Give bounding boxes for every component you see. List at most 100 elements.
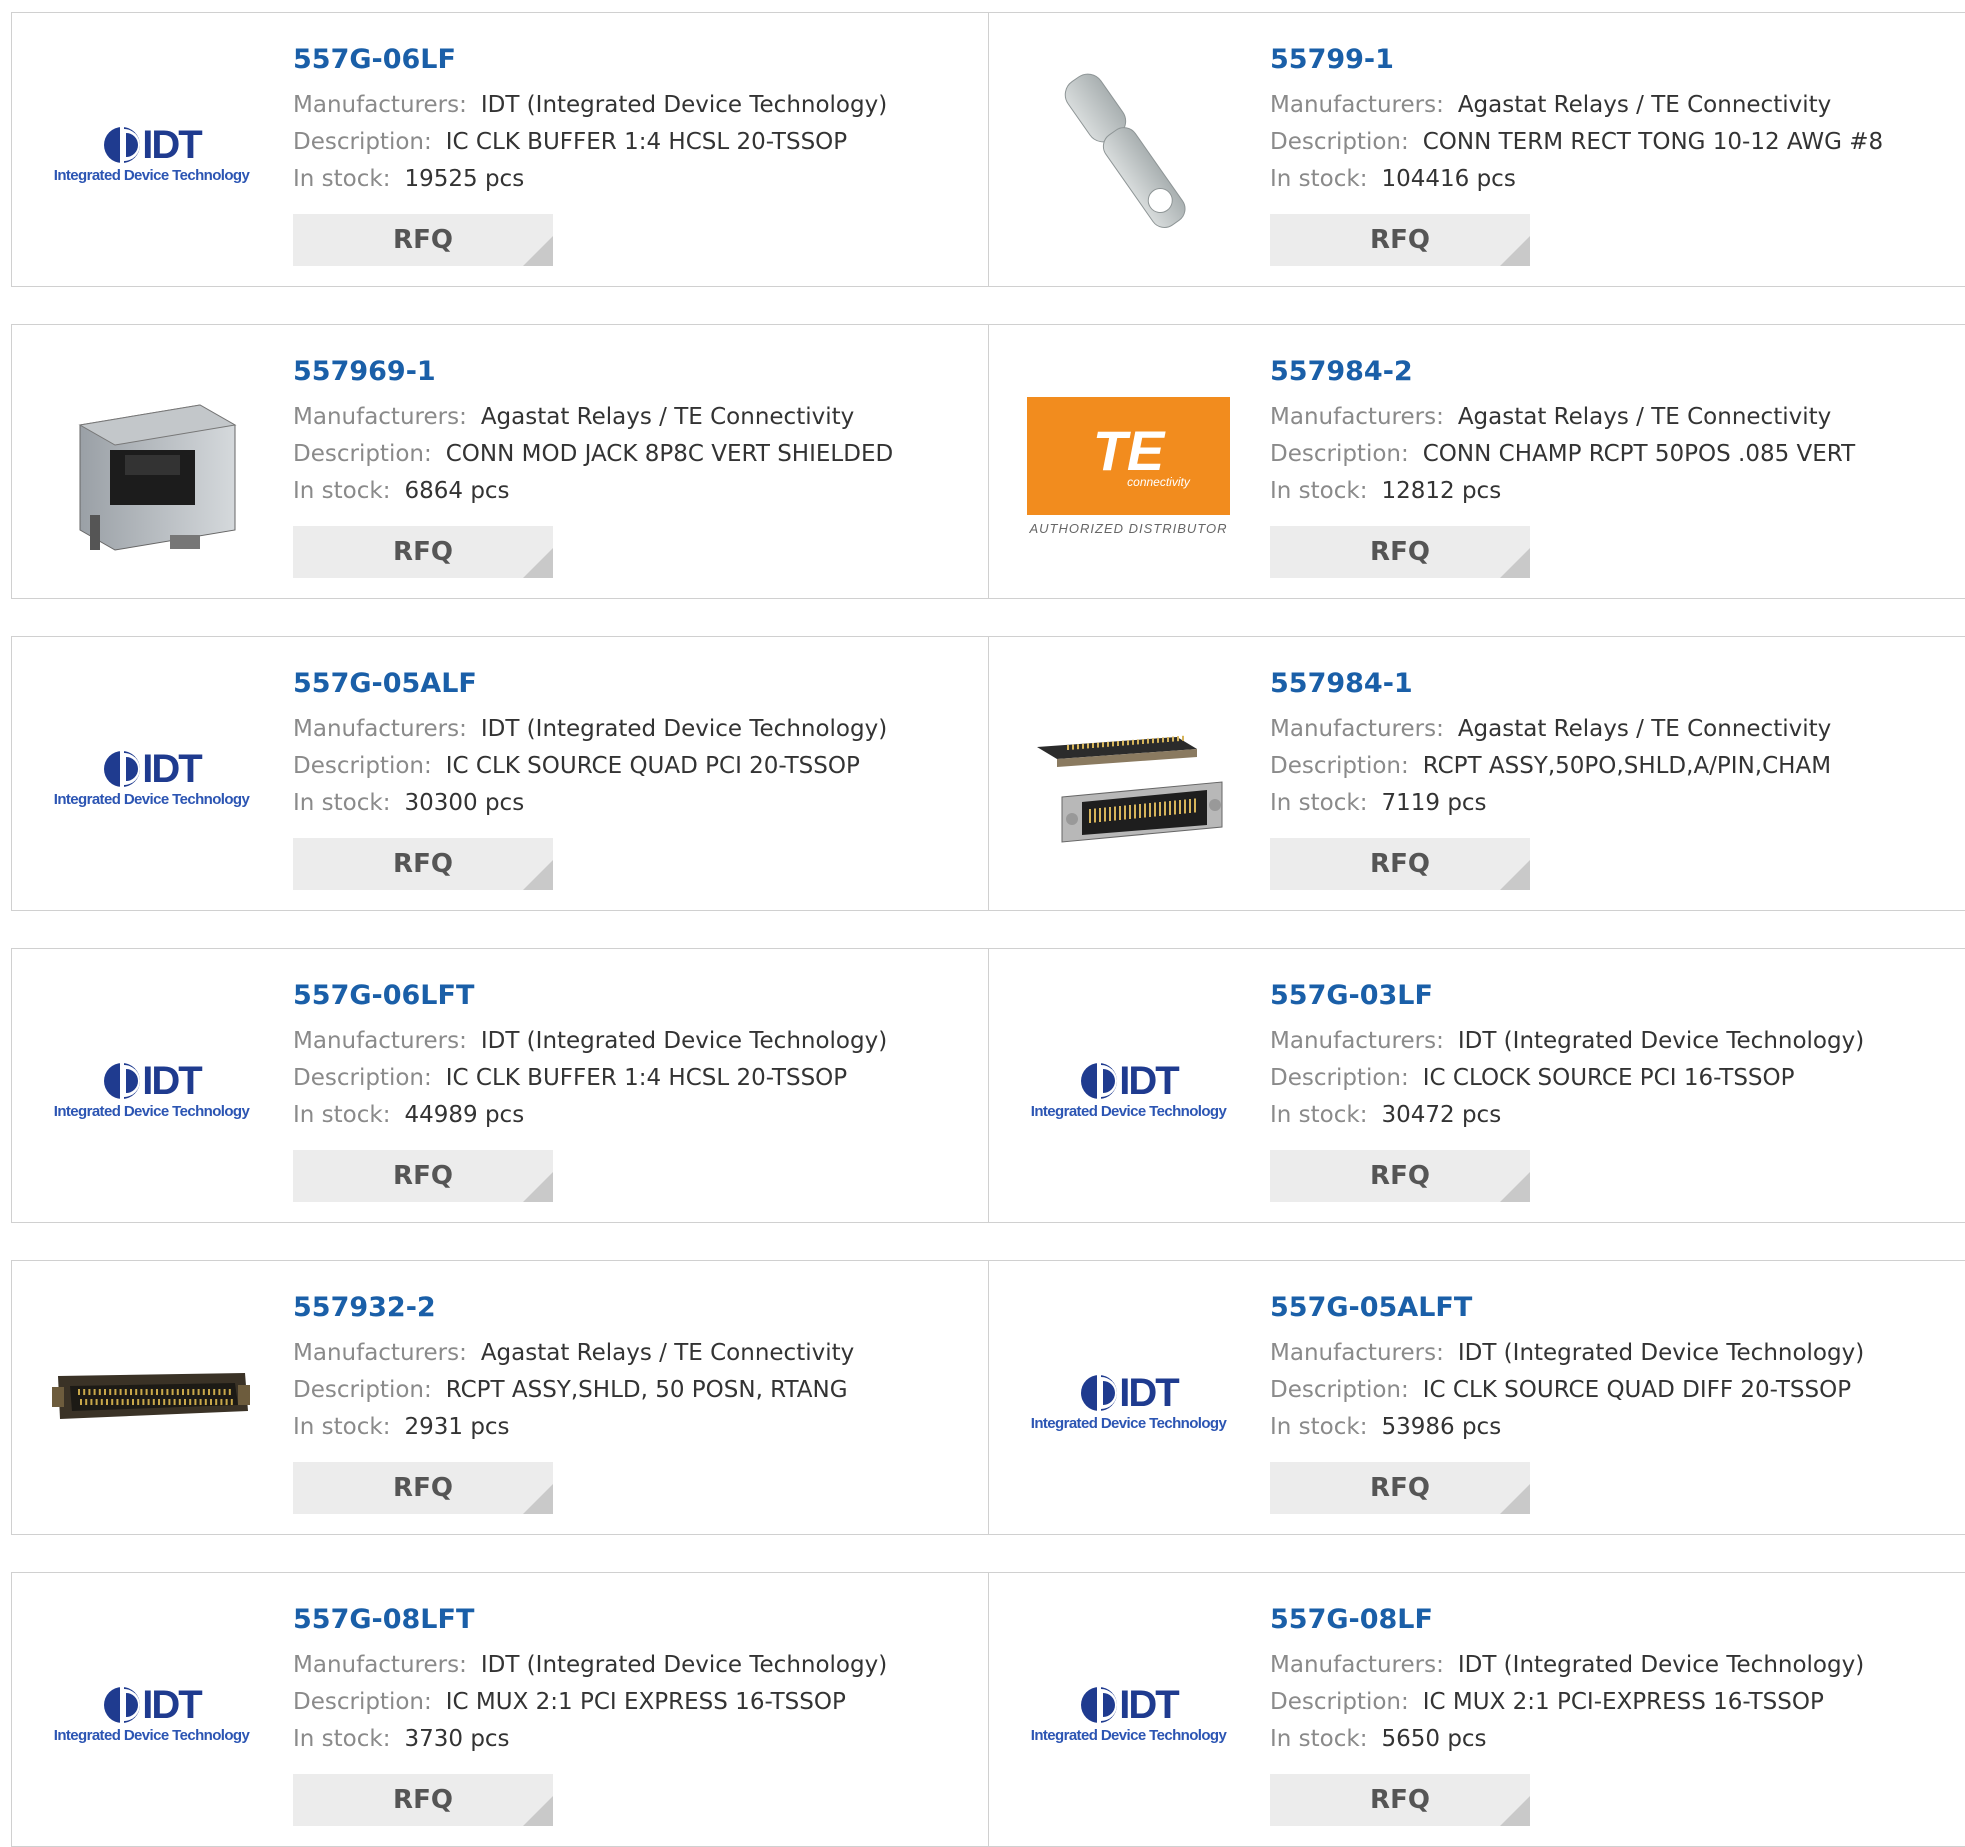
idt-logo-word: IDT: [1119, 1059, 1179, 1103]
part-number-link[interactable]: 557932-2: [293, 1291, 978, 1325]
idt-logo: IDT Integrated Device Technology: [50, 53, 253, 256]
manufacturer-label: Manufacturers:: [293, 1652, 467, 1678]
rfq-button[interactable]: RFQ: [1270, 838, 1530, 890]
rfq-button[interactable]: RFQ: [293, 1774, 553, 1826]
description-row: Description: IC CLK BUFFER 1:4 HCSL 20-TS…: [293, 124, 978, 161]
rfq-label: RFQ: [393, 849, 453, 879]
part-number-link[interactable]: 55799-1: [1270, 43, 1956, 77]
stock-label: In stock:: [293, 1726, 391, 1752]
part-number-link[interactable]: 557G-08LFT: [293, 1603, 978, 1637]
manufacturer-label: Manufacturers:: [1270, 716, 1444, 742]
part-number-link[interactable]: 557G-05ALF: [293, 667, 978, 701]
manufacturer-label: Manufacturers:: [293, 92, 467, 118]
rfq-button[interactable]: RFQ: [293, 838, 553, 890]
part-number-link[interactable]: 557G-06LF: [293, 43, 978, 77]
stock-row: In stock: 30472 pcs: [1270, 1097, 1956, 1134]
product-card: TE connectivity AUTHORIZED DISTRIBUTOR 5579…: [989, 324, 1965, 599]
idt-logo-subtitle: Integrated Device Technology: [53, 791, 250, 808]
part-number-link[interactable]: 557G-08LF: [1270, 1603, 1956, 1637]
te-logo-subtitle: connectivity: [1127, 475, 1190, 489]
product-card: IDT Integrated Device Technology 557G-08LF…: [989, 1572, 1965, 1847]
product-card: IDT Integrated Device Technology 557G-06LF…: [11, 948, 989, 1223]
part-number-link[interactable]: 557984-1: [1270, 667, 1956, 701]
stock-row: In stock: 3730 pcs: [293, 1721, 978, 1758]
manufacturer-value: IDT (Integrated Device Technology): [1457, 1652, 1865, 1678]
product-card: IDT Integrated Device Technology 557G-05AL…: [989, 1260, 1965, 1535]
manufacturer-label: Manufacturers:: [1270, 1340, 1444, 1366]
product-card: 55799-1 Manufacturers: Agastat Relays / TE…: [989, 12, 1965, 287]
manufacturer-value: IDT (Integrated Device Technology): [1457, 1340, 1865, 1366]
stock-label: In stock:: [293, 790, 391, 816]
manufacturer-row: Manufacturers: Agastat Relays / TE Connec…: [1270, 399, 1956, 436]
stock-label: In stock:: [293, 1414, 391, 1440]
stock-value: 44989 pcs: [404, 1102, 525, 1128]
stock-label: In stock:: [1270, 790, 1368, 816]
manufacturer-row: Manufacturers: IDT (Integrated Device Tec…: [1270, 1023, 1956, 1060]
rfq-label: RFQ: [1370, 1161, 1430, 1191]
stock-row: In stock: 5650 pcs: [1270, 1721, 1956, 1758]
description-value: IC MUX 2:1 PCI EXPRESS 16-TSSOP: [445, 1689, 846, 1715]
manufacturer-row: Manufacturers: Agastat Relays / TE Connec…: [293, 1335, 978, 1372]
rfq-label: RFQ: [393, 537, 453, 567]
rfq-button[interactable]: RFQ: [1270, 1462, 1530, 1514]
corner-triangle-icon: [523, 1484, 553, 1514]
te-logo-caption: AUTHORIZED DISTRIBUTOR: [1029, 521, 1228, 536]
product-info: 557G-05ALFT Manufacturers: IDT (Integrated…: [1270, 1291, 1956, 1446]
idt-logo-mark: IDT Integrated Device Technology: [54, 1061, 250, 1120]
description-value: IC CLK SOURCE QUAD PCI 20-TSSOP: [445, 753, 860, 779]
description-value: CONN CHAMP RCPT 50POS .085 VERT: [1422, 441, 1856, 467]
description-value: RCPT ASSY,SHLD, 50 POSN, RTANG: [445, 1377, 848, 1403]
product-info: 557G-06LFT Manufacturers: IDT (Integrated …: [293, 979, 978, 1134]
description-row: Description: CONN MOD JACK 8P8C VERT SHIE…: [293, 436, 978, 473]
stock-row: In stock: 104416 pcs: [1270, 161, 1956, 198]
description-value: IC CLK SOURCE QUAD DIFF 20-TSSOP: [1422, 1377, 1852, 1403]
part-number-link[interactable]: 557G-06LFT: [293, 979, 978, 1013]
modular-jack-photo: [50, 365, 253, 568]
rfq-button[interactable]: RFQ: [293, 214, 553, 266]
corner-triangle-icon: [523, 548, 553, 578]
champ-connector-photo: [1027, 677, 1230, 880]
rfq-button[interactable]: RFQ: [1270, 526, 1530, 578]
idt-mark-icon: [104, 1685, 141, 1725]
product-info: 557G-08LFT Manufacturers: IDT (Integrated …: [293, 1603, 978, 1758]
right-angle-connector-photo: [50, 1301, 253, 1504]
manufacturer-value: Agastat Relays / TE Connectivity: [480, 1340, 855, 1366]
rfq-button[interactable]: RFQ: [1270, 1774, 1530, 1826]
product-info: 557G-03LF Manufacturers: IDT (Integrated D…: [1270, 979, 1956, 1134]
part-number-link[interactable]: 557984-2: [1270, 355, 1956, 389]
rfq-button[interactable]: RFQ: [293, 1150, 553, 1202]
description-row: Description: IC CLOCK SOURCE PCI 16-TSSOP: [1270, 1060, 1956, 1097]
idt-logo-mark: IDT Integrated Device Technology: [1031, 1059, 1227, 1120]
stock-value: 6864 pcs: [404, 478, 510, 504]
manufacturer-label: Manufacturers:: [1270, 404, 1444, 430]
product-info: 557969-1 Manufacturers: Agastat Relays / T…: [293, 355, 978, 510]
idt-logo: IDT Integrated Device Technology: [50, 1613, 253, 1816]
manufacturer-label: Manufacturers:: [293, 716, 467, 742]
description-label: Description:: [293, 129, 432, 155]
idt-logo-subtitle: Integrated Device Technology: [53, 1727, 250, 1744]
rfq-button[interactable]: RFQ: [1270, 1150, 1530, 1202]
description-label: Description:: [1270, 441, 1409, 467]
product-info: 557G-05ALF Manufacturers: IDT (Integrated …: [293, 667, 978, 822]
rfq-button[interactable]: RFQ: [1270, 214, 1530, 266]
idt-logo: IDT Integrated Device Technology: [1027, 1613, 1230, 1816]
corner-triangle-icon: [1500, 1796, 1530, 1826]
part-number-link[interactable]: 557G-05ALFT: [1270, 1291, 1956, 1325]
corner-triangle-icon: [523, 860, 553, 890]
part-number-link[interactable]: 557G-03LF: [1270, 979, 1956, 1013]
product-info: 557932-2 Manufacturers: Agastat Relays / T…: [293, 1291, 978, 1446]
corner-triangle-icon: [1500, 860, 1530, 890]
stock-row: In stock: 2931 pcs: [293, 1409, 978, 1446]
rfq-button[interactable]: RFQ: [293, 526, 553, 578]
manufacturer-label: Manufacturers:: [1270, 1028, 1444, 1054]
manufacturer-value: Agastat Relays / TE Connectivity: [1457, 404, 1832, 430]
rfq-label: RFQ: [1370, 1473, 1430, 1503]
rfq-button[interactable]: RFQ: [293, 1462, 553, 1514]
idt-mark-icon: [1081, 1061, 1118, 1101]
stock-label: In stock:: [293, 1102, 391, 1128]
stock-value: 12812 pcs: [1381, 478, 1502, 504]
part-number-link[interactable]: 557969-1: [293, 355, 978, 389]
idt-mark-icon: [1081, 1685, 1118, 1725]
idt-mark-icon: [104, 749, 141, 789]
description-value: IC CLK BUFFER 1:4 HCSL 20-TSSOP: [445, 129, 848, 155]
